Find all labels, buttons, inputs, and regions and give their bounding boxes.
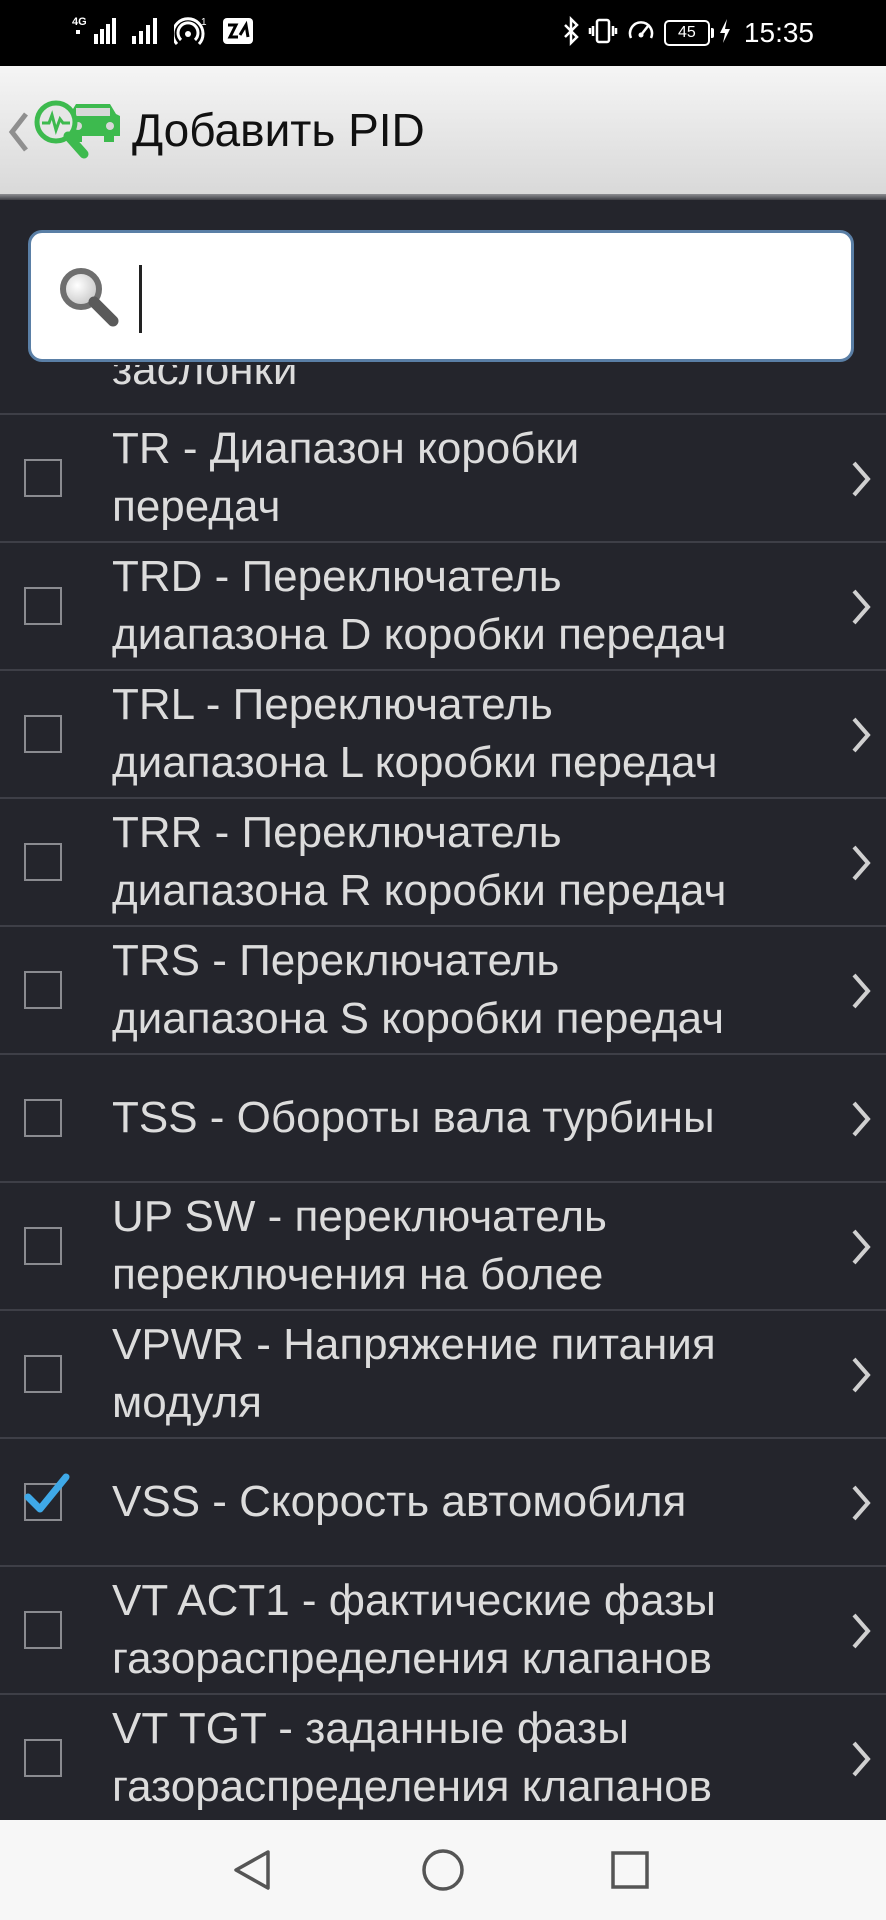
list-item-label: TRS - Переключатель диапазона S коробки … — [112, 935, 725, 1043]
search-icon — [55, 263, 121, 334]
hotspot-icon: 1 — [171, 16, 208, 51]
battery-indicator: 45 — [663, 20, 714, 46]
chevron-right-icon[interactable] — [850, 715, 872, 760]
search-box[interactable] — [28, 230, 854, 362]
list-item[interactable]: VT TGT - заданные фазы газораспределения… — [0, 1693, 886, 1820]
list-item[interactable]: TRR - Переключатель диапазона R коробки … — [0, 797, 886, 924]
search-input[interactable] — [135, 263, 833, 333]
list-item-partial[interactable]: заслонки — [0, 365, 886, 413]
status-bar-left: 4G 1 — [72, 14, 254, 52]
action-bar-divider — [0, 194, 886, 200]
list-item-selected[interactable]: VSS - Скорость автомобиля — [0, 1437, 886, 1564]
checkbox[interactable] — [24, 971, 62, 1009]
home-circle-icon[interactable] — [419, 1846, 467, 1894]
list-item-label: TSS - Обороты вала турбины — [112, 1092, 715, 1142]
chevron-right-icon[interactable] — [850, 843, 872, 888]
pid-list[interactable]: заслонки TR - Диапазон коробки передач T… — [0, 365, 886, 1820]
list-item[interactable]: TRS - Переключатель диапазона S коробки … — [0, 925, 886, 1052]
chevron-right-icon[interactable] — [850, 971, 872, 1016]
signal-bars-icon — [132, 16, 160, 51]
list-item-label: TR - Диапазон коробки передач — [112, 423, 580, 531]
checkbox[interactable] — [24, 1739, 62, 1777]
text-cursor — [139, 265, 142, 333]
checkbox[interactable] — [24, 587, 62, 625]
chevron-right-icon[interactable] — [850, 1227, 872, 1272]
chevron-right-icon[interactable] — [850, 1483, 872, 1528]
list-item[interactable]: TSS - Обороты вала турбины — [0, 1053, 886, 1180]
list-item-label: VPWR - Напряжение питания модуля — [112, 1319, 716, 1427]
status-bar: 4G 1 45 15:35 — [0, 0, 886, 66]
checkbox[interactable] — [24, 1227, 62, 1265]
clock: 15:35 — [743, 17, 814, 48]
app-notification-icon — [222, 17, 254, 50]
chevron-right-icon[interactable] — [850, 1739, 872, 1784]
back-triangle-icon[interactable] — [228, 1846, 276, 1894]
recents-square-icon[interactable] — [606, 1846, 654, 1894]
charging-icon — [718, 17, 732, 50]
list-item-label: TRD - Переключатель диапазона D коробки … — [112, 551, 727, 659]
sim2-label: 1 — [201, 17, 207, 28]
list-item[interactable]: VPWR - Напряжение питания модуля — [0, 1309, 886, 1436]
list-item-label: заслонки — [112, 365, 298, 394]
chevron-right-icon[interactable] — [850, 1099, 872, 1144]
chevron-right-icon[interactable] — [850, 459, 872, 504]
checkbox[interactable] — [24, 459, 62, 497]
list-item[interactable]: TRL - Переключатель диапазона L коробки … — [0, 669, 886, 796]
list-item-label: VT TGT - заданные фазы газораспределения… — [112, 1703, 713, 1811]
action-bar: Добавить PID — [0, 66, 886, 194]
page-title: Добавить PID — [132, 104, 425, 156]
list-item-label: TRR - Переключатель диапазона R коробки … — [112, 807, 727, 915]
chevron-right-icon[interactable] — [850, 1355, 872, 1400]
list-item[interactable]: UP SW - переключатель переключения на бо… — [0, 1181, 886, 1308]
list-item-label: TRL - Переключатель диапазона L коробки … — [112, 679, 718, 787]
status-bar-right: 45 15:35 — [562, 14, 814, 52]
list-item-label: UP SW - переключатель переключения на бо… — [112, 1191, 607, 1299]
chevron-right-icon[interactable] — [850, 1611, 872, 1656]
checkbox[interactable] — [24, 1099, 62, 1137]
vibrate-icon — [588, 16, 618, 51]
list-item[interactable]: VT ACT1 - фактические фазы газораспредел… — [0, 1565, 886, 1692]
chevron-right-icon[interactable] — [850, 587, 872, 632]
checkmark-icon — [22, 1471, 70, 1520]
checkbox[interactable] — [24, 1355, 62, 1393]
list-item[interactable]: TRD - Переключатель диапазона D коробки … — [0, 541, 886, 668]
system-navigation-bar — [0, 1820, 886, 1920]
checkbox[interactable] — [24, 1611, 62, 1649]
list-item[interactable]: TR - Диапазон коробки передач — [0, 413, 886, 540]
car-diagnostics-icon[interactable] — [30, 96, 122, 167]
bluetooth-icon — [562, 15, 580, 51]
svg-text:4G: 4G — [72, 16, 87, 28]
speedometer-icon — [626, 16, 656, 51]
checkbox[interactable] — [24, 715, 62, 753]
signal-4g-icon: 4G — [72, 14, 118, 53]
checkbox[interactable] — [24, 843, 62, 881]
checkbox-checked[interactable] — [24, 1473, 70, 1521]
list-item-label: VT ACT1 - фактические фазы газораспредел… — [112, 1575, 716, 1683]
list-item-label: VSS - Скорость автомобиля — [112, 1476, 687, 1526]
back-chevron-icon[interactable] — [8, 110, 30, 159]
